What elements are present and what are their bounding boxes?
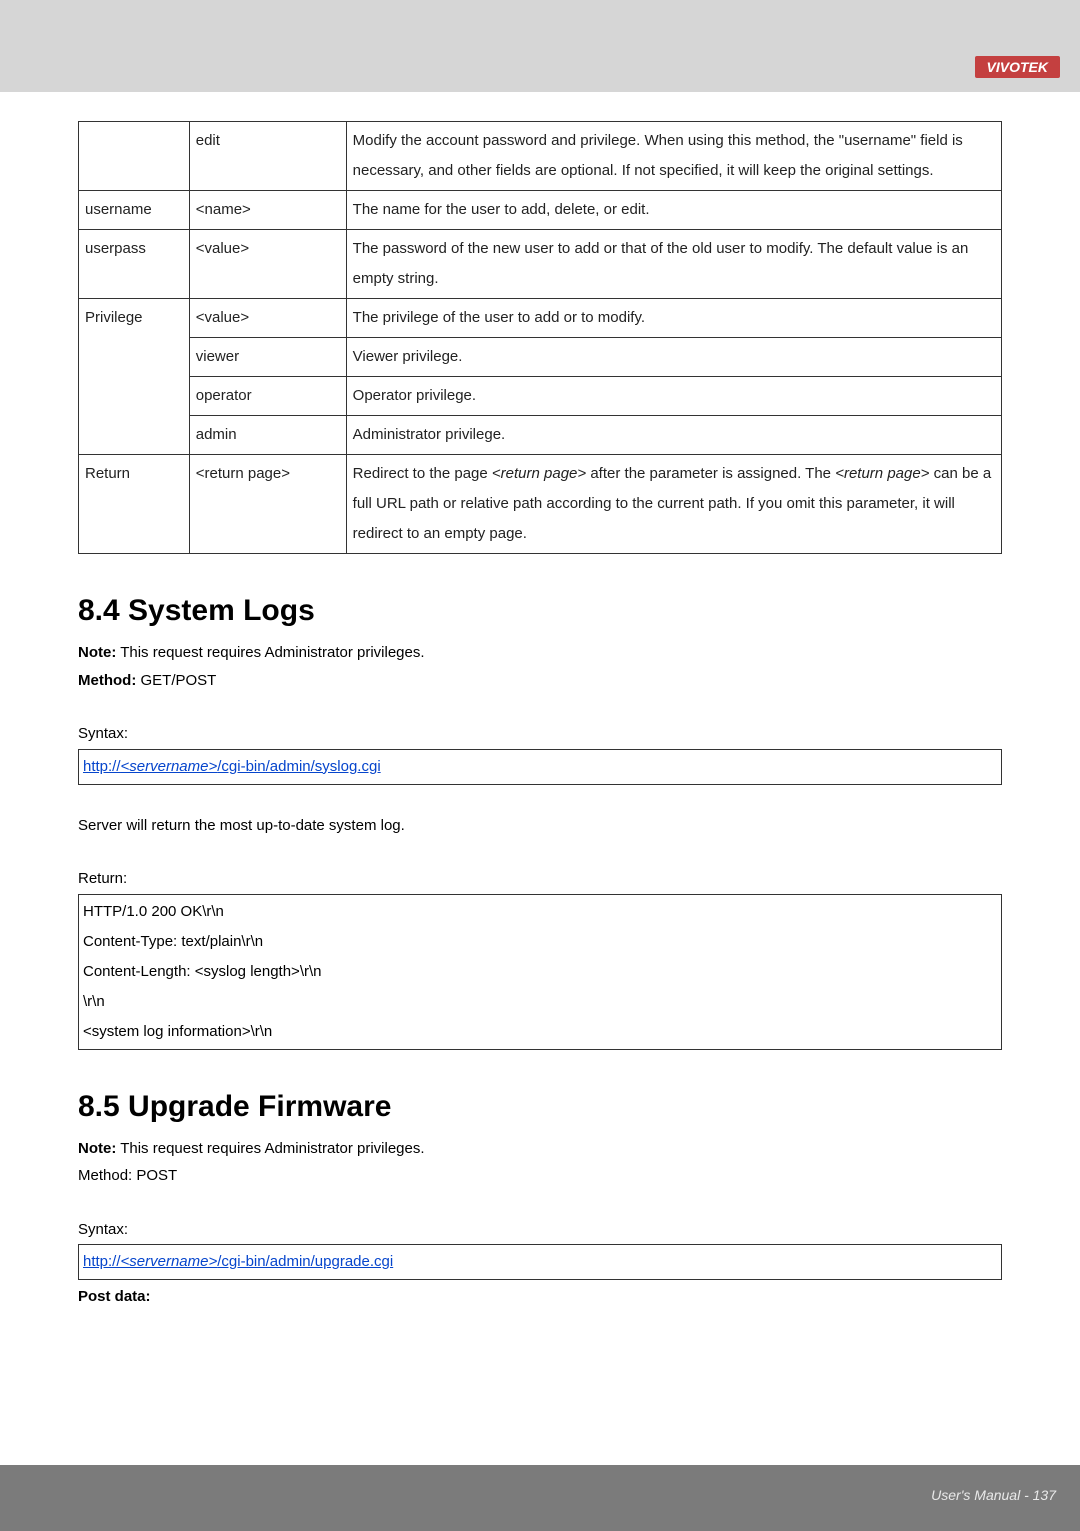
- cell: The name for the user to add, delete, or…: [346, 191, 1001, 230]
- heading-system-logs: 8.4 System Logs: [78, 594, 1002, 628]
- cell: <return page>: [189, 455, 346, 554]
- header-band: VIVOTEK: [0, 0, 1080, 92]
- cell: Privilege: [79, 299, 190, 455]
- return-box: HTTP/1.0 200 OK\r\n Content-Type: text/p…: [78, 894, 1002, 1050]
- footer-text: User's Manual - 137: [931, 1487, 1056, 1503]
- cell: Modify the account password and privileg…: [346, 122, 1001, 191]
- cell: <value>: [189, 299, 346, 338]
- return-line: HTTP/1.0 200 OK\r\n: [83, 897, 997, 927]
- cell: [79, 122, 190, 191]
- server-line: Server will return the most up-to-date s…: [78, 813, 1002, 839]
- cell: The password of the new user to add or t…: [346, 230, 1001, 299]
- return-line: \r\n: [83, 987, 997, 1017]
- return-label: Return:: [78, 866, 1002, 892]
- upgrade-url[interactable]: http://<servername>/cgi-bin/admin/upgrad…: [83, 1253, 393, 1270]
- brand-pill: VIVOTEK: [975, 56, 1060, 78]
- cell: operator: [189, 377, 346, 416]
- cell: <value>: [189, 230, 346, 299]
- page-content: edit Modify the account password and pri…: [0, 95, 1080, 1465]
- syntax-label-2: Syntax:: [78, 1217, 1002, 1243]
- method-line-2: Method: POST: [78, 1163, 1002, 1189]
- note-line: Note: This request requires Administrato…: [78, 640, 1002, 666]
- cell: Administrator privilege.: [346, 416, 1001, 455]
- return-line: Content-Type: text/plain\r\n: [83, 927, 997, 957]
- cell: Redirect to the page <return page> after…: [346, 455, 1001, 554]
- table-row: userpass <value> The password of the new…: [79, 230, 1002, 299]
- cell: Viewer privilege.: [346, 338, 1001, 377]
- cell: admin: [189, 416, 346, 455]
- cell: Operator privilege.: [346, 377, 1001, 416]
- cell: userpass: [79, 230, 190, 299]
- return-line: Content-Length: <syslog length>\r\n: [83, 957, 997, 987]
- syntax-box-2: http://<servername>/cgi-bin/admin/upgrad…: [78, 1244, 1002, 1280]
- cell: Return: [79, 455, 190, 554]
- return-line: <system log information>\r\n: [83, 1017, 997, 1047]
- parameter-table: edit Modify the account password and pri…: [78, 121, 1002, 554]
- table-row: Return <return page> Redirect to the pag…: [79, 455, 1002, 554]
- cell: viewer: [189, 338, 346, 377]
- cell: username: [79, 191, 190, 230]
- footer: User's Manual - 137: [0, 1465, 1080, 1531]
- cell: edit: [189, 122, 346, 191]
- table-row: username <name> The name for the user to…: [79, 191, 1002, 230]
- table-row: Privilege <value> The privilege of the u…: [79, 299, 1002, 338]
- method-line: Method: GET/POST: [78, 668, 1002, 694]
- note-line-2: Note: This request requires Administrato…: [78, 1136, 1002, 1162]
- syntax-label: Syntax:: [78, 721, 1002, 747]
- syslog-url[interactable]: http://<servername>/cgi-bin/admin/syslog…: [83, 758, 381, 775]
- syntax-box: http://<servername>/cgi-bin/admin/syslog…: [78, 749, 1002, 785]
- heading-upgrade-firmware: 8.5 Upgrade Firmware: [78, 1090, 1002, 1124]
- post-data-label: Post data:: [78, 1284, 1002, 1310]
- cell: The privilege of the user to add or to m…: [346, 299, 1001, 338]
- cell: <name>: [189, 191, 346, 230]
- table-row: edit Modify the account password and pri…: [79, 122, 1002, 191]
- table-row: operator Operator privilege.: [79, 377, 1002, 416]
- table-row: admin Administrator privilege.: [79, 416, 1002, 455]
- table-row: viewer Viewer privilege.: [79, 338, 1002, 377]
